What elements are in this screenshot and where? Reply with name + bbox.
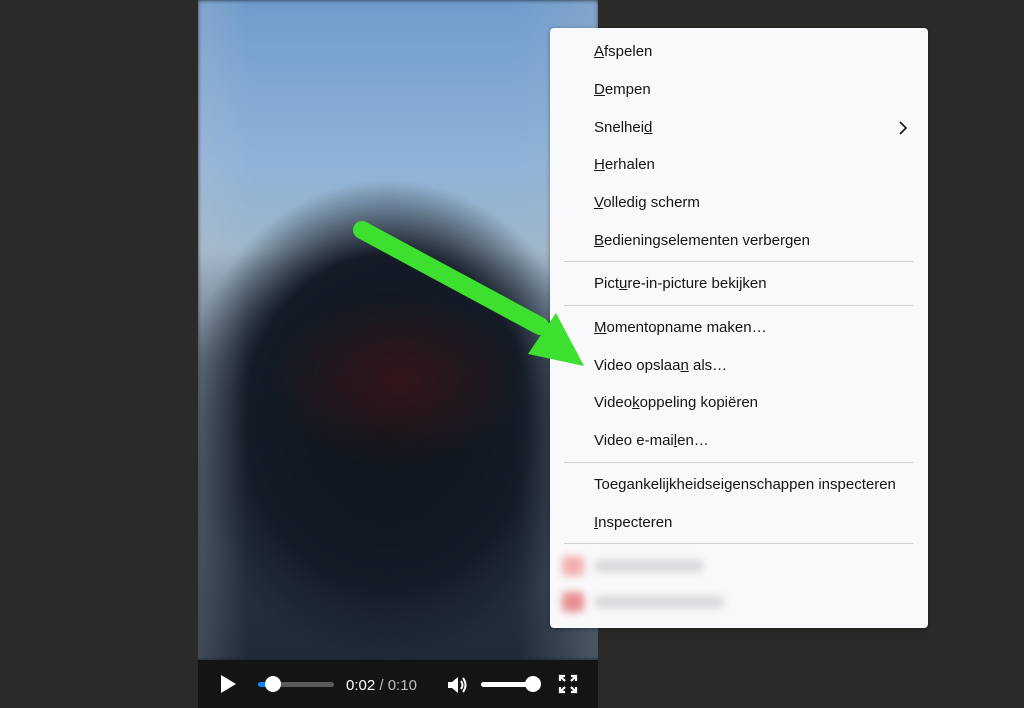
- fullscreen-icon[interactable]: [558, 674, 578, 694]
- menu-item-label: Toegankelijkheidseigenschappen inspecter…: [594, 476, 896, 493]
- menu-item-label: Video opslaan als…: [594, 357, 728, 374]
- context-menu: Afspelen Dempen Snelheid Herhalen Volled…: [550, 28, 928, 628]
- menu-item-label: Bedieningselementen verbergen: [594, 232, 810, 249]
- menu-item-label: Inspecteren: [594, 514, 673, 531]
- menu-item-label: Momentopname maken…: [594, 319, 767, 336]
- menu-item-dempen[interactable]: Dempen: [550, 73, 928, 107]
- volume-handle[interactable]: [525, 676, 541, 692]
- duration: 0:10: [387, 677, 417, 694]
- menu-item-label: Videokoppeling kopiëren: [594, 394, 759, 411]
- menu-item-label: Picture-in-picture bekijken: [594, 275, 767, 292]
- menu-item-inspecteren[interactable]: Inspecteren: [550, 506, 928, 540]
- menu-item-herhalen[interactable]: Herhalen: [550, 148, 928, 182]
- menu-item-redacted[interactable]: [558, 550, 898, 580]
- menu-item-redacted[interactable]: [558, 586, 898, 616]
- menu-item-momentopname-maken[interactable]: Momentopname maken…: [550, 311, 928, 345]
- play-icon[interactable]: [218, 674, 238, 694]
- time-separator: /: [379, 677, 384, 694]
- extension-icon: [562, 592, 584, 612]
- menu-item-label: Herhalen: [594, 156, 655, 173]
- redacted-label: [594, 596, 724, 608]
- menu-separator: [564, 462, 913, 463]
- menu-item-video-emailen[interactable]: Video e-mailen…: [550, 424, 928, 458]
- chevron-right-icon: [899, 121, 908, 135]
- menu-item-label: Afspelen: [594, 43, 653, 60]
- volume-icon[interactable]: [446, 674, 468, 696]
- menu-item-label: Snelheid: [594, 119, 653, 136]
- video-controls: 0:02 / 0:10: [198, 660, 598, 708]
- video-frame[interactable]: [198, 0, 598, 660]
- redacted-label: [594, 560, 704, 572]
- seek-handle[interactable]: [265, 676, 282, 692]
- menu-separator: [564, 261, 913, 262]
- menu-item-afspelen[interactable]: Afspelen: [550, 35, 928, 69]
- seek-slider[interactable]: [258, 676, 334, 692]
- menu-separator: [564, 543, 913, 544]
- menu-separator: [564, 305, 913, 306]
- volume-slider[interactable]: [481, 676, 541, 692]
- menu-item-label: Volledig scherm: [594, 194, 700, 211]
- time-display: 0:02 / 0:10: [346, 677, 417, 694]
- extension-icon: [562, 556, 584, 576]
- menu-item-bedieningselementen-verbergen[interactable]: Bedieningselementen verbergen: [550, 224, 928, 258]
- video-player[interactable]: 0:02 / 0:10: [198, 0, 598, 708]
- menu-item-video-opslaan-als[interactable]: Video opslaan als…: [550, 349, 928, 383]
- menu-item-videokoppeling-kopieren[interactable]: Videokoppeling kopiëren: [550, 386, 928, 420]
- menu-item-label: Dempen: [594, 81, 651, 98]
- menu-item-label: Video e-mailen…: [594, 432, 709, 449]
- menu-item-volledig-scherm[interactable]: Volledig scherm: [550, 186, 928, 220]
- menu-item-snelheid[interactable]: Snelheid: [550, 111, 928, 145]
- menu-item-picture-in-picture[interactable]: Picture-in-picture bekijken: [550, 267, 928, 301]
- menu-item-toegankelijkheid-inspecteren[interactable]: Toegankelijkheidseigenschappen inspecter…: [550, 468, 928, 502]
- current-time: 0:02: [346, 677, 376, 694]
